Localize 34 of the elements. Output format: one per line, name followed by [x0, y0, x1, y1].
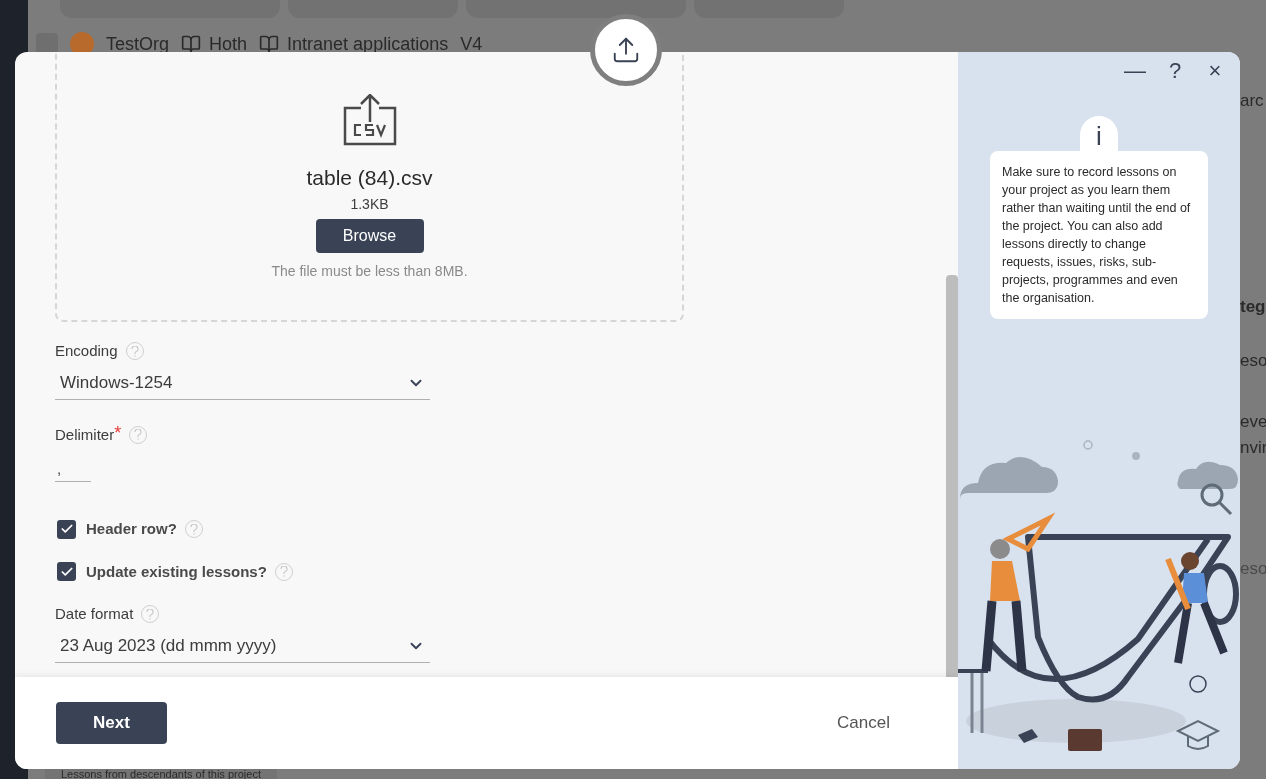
help-button[interactable]: ? — [1164, 56, 1186, 86]
nav-tab[interactable] — [466, 0, 686, 18]
info-icon: i — [1080, 116, 1118, 152]
breadcrumb-link[interactable]: TestOrg — [106, 34, 170, 54]
file-name: table (84).csv — [306, 165, 433, 191]
dropdown[interactable]: 23 Aug 2023 (dd mmm yyyy) — [55, 629, 430, 663]
size-note: The file must be less than 8MB. — [271, 261, 468, 281]
collapse-button[interactable] — [36, 33, 58, 55]
share-icon — [611, 35, 641, 65]
tip-text: Make sure to record lessons on your project as you learn them rather than waiting until the end of the project. You can also add lessons directly to change requests, issues, risks, sub-projects, programmes and even the organisation. — [990, 151, 1208, 319]
browse-button[interactable]: Browse — [315, 218, 424, 253]
dropdown[interactable]: Windows-1254 — [55, 366, 430, 400]
search-field[interactable]: arc — [1240, 88, 1266, 114]
cancel-button[interactable]: Cancel — [837, 710, 890, 736]
checkbox[interactable] — [57, 562, 76, 582]
breadcrumb-link[interactable]: Intranet applications — [287, 34, 449, 54]
field-label: Encoding — [55, 341, 118, 361]
required-icon: * — [114, 423, 122, 442]
book-icon — [259, 34, 280, 54]
checkbox[interactable] — [57, 519, 76, 539]
table-cell-text: eso — [1240, 349, 1266, 372]
checkbox-label: Header row? — [86, 519, 177, 539]
field-label: Delimiter — [55, 424, 115, 445]
checkbox-label: Update existing lessons? — [86, 561, 267, 582]
input-field[interactable]: , — [55, 458, 91, 482]
field-label: Date format — [55, 604, 134, 624]
next-button[interactable]: Next — [56, 702, 167, 744]
scrollbar-thumb[interactable] — [946, 275, 958, 677]
book-icon — [181, 34, 202, 54]
table-cell-text: eve — [1240, 411, 1266, 433]
minimize-button[interactable]: — — [1124, 56, 1146, 86]
column-header: teg — [1240, 296, 1266, 318]
close-button[interactable]: × — [1204, 56, 1226, 86]
file-size: 1.3KB — [350, 194, 389, 214]
